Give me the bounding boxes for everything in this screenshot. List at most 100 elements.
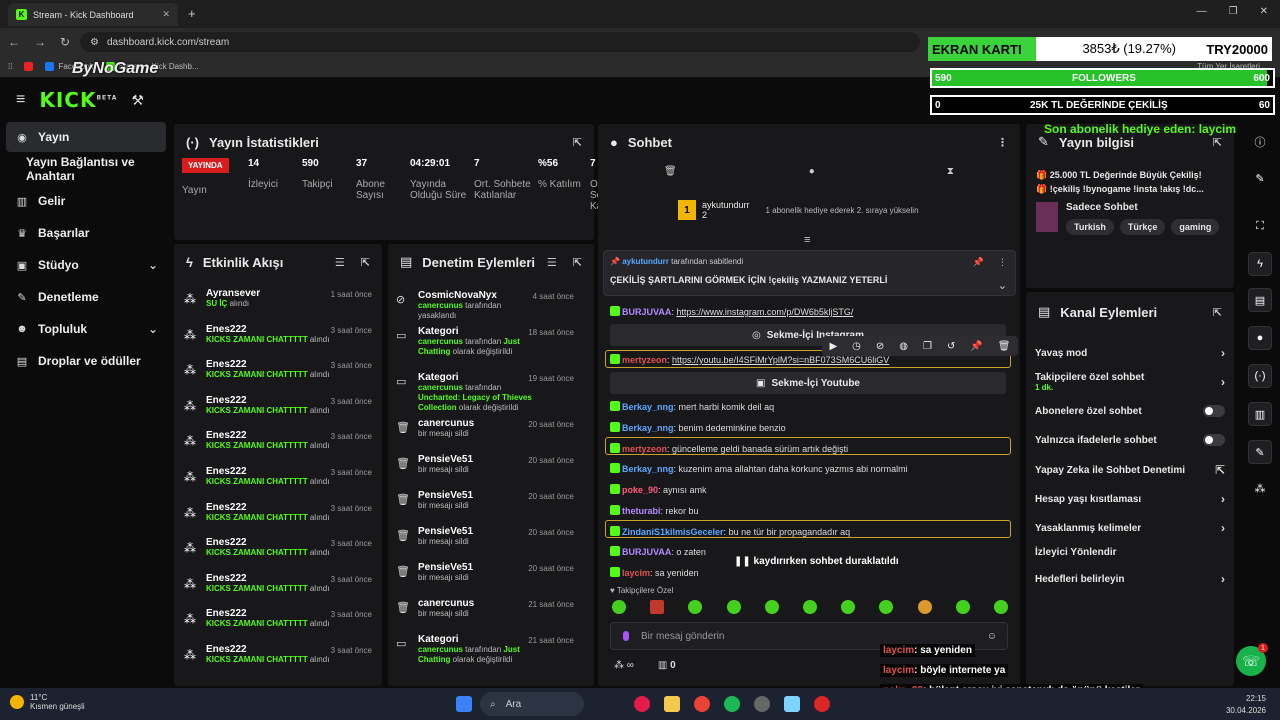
channel-action-row[interactable]: Yalnızca ifadelerle sohbet	[1035, 434, 1225, 446]
chat-username[interactable]: mertyzeon	[622, 355, 667, 365]
document-icon[interactable]: ▤	[1248, 288, 1272, 312]
emote-icon[interactable]	[993, 600, 1008, 614]
channel-action-row[interactable]: Hesap yaşı kısıtlaması ›	[1035, 492, 1225, 506]
pin-icon[interactable]: 📌	[970, 341, 982, 352]
chat-username[interactable]: Berkay_nng	[622, 402, 674, 412]
people-icon[interactable]: ⁂	[1248, 476, 1272, 500]
weather-widget[interactable]: 11°C Kısmen güneşli	[10, 693, 85, 711]
chat-message[interactable]: laycim: sa yeniden	[610, 567, 699, 578]
emote-icon[interactable]	[955, 600, 970, 614]
chat-username[interactable]: laycim	[622, 568, 650, 578]
ban-icon[interactable]: ⊘	[876, 341, 884, 352]
chat-message[interactable]: Berkay_nng: kuzenim ama allahtan daha ko…	[610, 463, 908, 474]
kick-logo[interactable]: KICKBETA	[39, 88, 117, 112]
popout-icon[interactable]: ⇱	[573, 256, 582, 269]
popout-icon[interactable]: ⇱	[1213, 306, 1222, 319]
channel-action-row[interactable]: İzleyici Yönlendir	[1035, 547, 1225, 558]
emote-icon[interactable]	[726, 600, 741, 614]
close-window-icon[interactable]: ✕	[1260, 6, 1268, 17]
minimize-icon[interactable]: —	[1197, 6, 1207, 17]
sidebar-item-yayin[interactable]: ◉ Yayın	[6, 122, 166, 152]
chat-message[interactable]: mertyzeon: güncelleme geldi banada sürüm…	[610, 443, 848, 454]
folder-icon[interactable]	[664, 696, 680, 712]
windows-start-icon[interactable]	[456, 696, 472, 712]
undo-icon[interactable]: ↺	[947, 341, 955, 352]
help-button[interactable]: ☏ 1	[1236, 643, 1268, 676]
app-icon[interactable]	[634, 696, 650, 712]
browser-tab[interactable]: K Stream - Kick Dashboard ✕	[8, 3, 178, 26]
chat-username[interactable]: Berkay_nng	[622, 464, 674, 474]
delete-icon[interactable]: 🗑	[998, 341, 1011, 352]
reload-icon[interactable]: ↻	[60, 35, 70, 49]
chat-message[interactable]: ZindaniS1kilmisGeceler: bu ne tür bir pr…	[610, 526, 850, 537]
filter-icon[interactable]: ☰	[335, 256, 345, 269]
back-icon[interactable]: ←	[8, 35, 20, 49]
toggle-switch[interactable]	[1203, 434, 1225, 446]
hourglass-icon[interactable]: ⧗	[947, 166, 954, 177]
more-icon[interactable]: ⋮	[997, 136, 1008, 149]
chat-username[interactable]: BURJUVAA	[622, 547, 671, 557]
close-tab-icon[interactable]: ✕	[162, 9, 170, 20]
chat-username[interactable]: theturabi	[622, 506, 661, 516]
emote-icon[interactable]	[650, 600, 665, 614]
emote-icon[interactable]	[841, 600, 856, 614]
emote-icon[interactable]	[764, 600, 779, 614]
menu-icon[interactable]: ≡	[16, 91, 25, 109]
toggle-switch[interactable]	[1203, 405, 1225, 417]
url-field[interactable]: ⚙ dashboard.kick.com/stream	[80, 32, 920, 52]
popout-icon[interactable]: ⇱	[1213, 136, 1222, 149]
chat-message[interactable]: Berkay_nng: mert harbi komik deil aq	[610, 401, 774, 412]
filter-icon[interactable]: ☰	[547, 256, 557, 269]
emote-icon[interactable]	[802, 600, 817, 614]
chat-icon[interactable]: ●	[809, 166, 815, 177]
channel-action-row[interactable]: Yasaklanmış kelimeler ›	[1035, 521, 1225, 535]
bookmark-youtube[interactable]	[24, 62, 34, 71]
channel-action-row[interactable]: Yapay Zeka ile Sohbet Denetimi ⇱	[1035, 463, 1225, 477]
play-icon[interactable]: ▶	[829, 341, 837, 352]
popout-icon[interactable]: ⇱	[361, 256, 370, 269]
emote-icon[interactable]	[917, 600, 932, 614]
emoji-icon[interactable]: ☺	[987, 631, 997, 642]
chat-message[interactable]: Berkay_nng: benim dedeminkine benzio	[610, 422, 786, 433]
chat-username[interactable]: ZindaniS1kilmisGeceler	[622, 527, 724, 537]
copy-icon[interactable]: ❐	[923, 341, 932, 352]
sidebar-item-studyo[interactable]: ▣ Stüdyo ⌄	[6, 250, 166, 280]
emote-icon[interactable]	[688, 600, 703, 614]
timeout-icon[interactable]: ◷	[852, 341, 861, 352]
expand-icon[interactable]: ≡	[804, 234, 810, 246]
edit-icon[interactable]: ✎	[1248, 166, 1272, 190]
forward-icon[interactable]: →	[34, 35, 46, 49]
sidebar-item-denetleme[interactable]: ✎ Denetleme	[6, 282, 166, 312]
chat-message[interactable]: BURJUVAA: o zaten	[610, 546, 706, 557]
taskbar-clock[interactable]: 22:15 30.04.2026	[1226, 693, 1266, 717]
sidebar-item-topluluk[interactable]: ☻ Topluluk ⌄	[6, 314, 166, 344]
infinity-icon[interactable]: ⁂ ∞	[614, 660, 634, 671]
giveaway-counter[interactable]: ▥ 0	[658, 660, 676, 671]
site-info-icon[interactable]: ⚙	[90, 37, 99, 48]
chat-username[interactable]: poke_90	[622, 485, 658, 495]
emote-icon[interactable]	[612, 600, 626, 614]
crop-icon[interactable]: ⛶	[1248, 214, 1272, 238]
broadcast-icon[interactable]: (·)	[1248, 364, 1272, 388]
hammer-icon[interactable]: ⚒	[131, 92, 144, 109]
obs-icon[interactable]	[754, 696, 770, 712]
chat-paused[interactable]: ❚❚ kaydırırken sohbet duraklatıldı	[734, 556, 899, 567]
popout-icon[interactable]: ⇱	[573, 136, 582, 149]
sidebar-item-gelir[interactable]: ▥ Gelir	[6, 186, 166, 216]
chat-username[interactable]: Berkay_nng	[622, 423, 674, 433]
lightning-icon[interactable]: ϟ	[1248, 252, 1272, 276]
sidebar-item-droplar[interactable]: ▤ Droplar ve ödüller	[6, 346, 166, 376]
chat-username[interactable]: BURJUVAA	[622, 307, 671, 317]
apps-icon[interactable]: ⁞⁞	[8, 62, 12, 71]
maximize-icon[interactable]: ❐	[1229, 6, 1238, 17]
sidebar-item-basarilar[interactable]: ♛ Başarılar	[6, 218, 166, 248]
trash-icon[interactable]: 🗑	[664, 166, 677, 177]
chat-icon[interactable]: ●	[1248, 326, 1272, 350]
reply-icon[interactable]: ◍	[899, 341, 908, 352]
chevron-down-icon[interactable]: ⌄	[998, 279, 1007, 292]
wrench-icon[interactable]: ✎	[1248, 440, 1272, 464]
emote-icon[interactable]	[879, 600, 894, 614]
more-icon[interactable]: ⋮	[998, 257, 1007, 268]
sidebar-item-stream-key[interactable]: Yayın Bağlantısı ve Anahtarı	[6, 154, 166, 184]
channel-action-row[interactable]: Yavaş mod ›	[1035, 346, 1225, 360]
